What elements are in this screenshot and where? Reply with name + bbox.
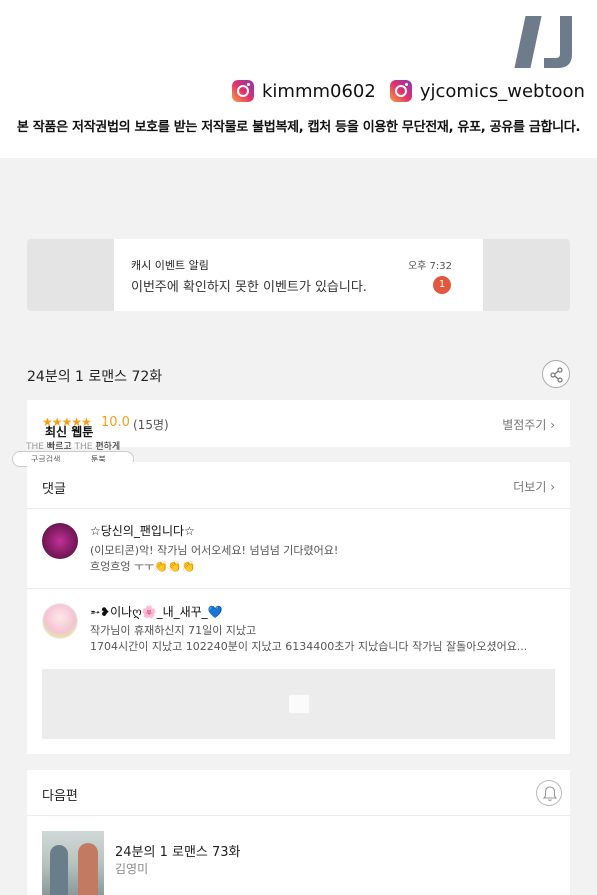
comment-text: 작가님이 휴재하신지 71일이 지났고 <box>90 624 257 637</box>
instagram-handle-author[interactable]: kimmm0602 <box>262 81 376 102</box>
header-banner: kimmm0602 yjcomics_webtoon 본 작품은 저작권법의 보… <box>0 0 597 158</box>
episode-thumbnail[interactable] <box>42 831 104 895</box>
yj-logo <box>514 16 574 68</box>
badge-title: 최신 웹툰 <box>45 425 94 439</box>
notify-button[interactable] <box>536 780 562 806</box>
notification-banner: 캐시 이벤트 알림 오후 7:32 이번주에 확인하지 못한 이벤트가 있습니다… <box>27 239 570 311</box>
comment-author[interactable]: ➵❥이나ღ🌸_내_새꾸_💙 <box>90 603 223 620</box>
avatar[interactable] <box>42 523 78 559</box>
notification-time: 오후 7:32 <box>407 261 452 272</box>
share-icon <box>550 367 563 383</box>
instagram-handle-publisher[interactable]: yjcomics_webtoon <box>420 81 585 102</box>
comments-section: 댓글 더보기 › ☆당신의_팬입니다☆ (이모티콘)악! 작가님 어서오세요! … <box>27 462 570 754</box>
instagram-icon <box>232 80 254 102</box>
episode-title: 24분의 1 로맨스 72화 <box>27 369 163 385</box>
notification-title: 캐시 이벤트 알림 <box>131 259 209 272</box>
divider <box>27 815 570 816</box>
rate-button[interactable]: 별점주기 › <box>502 416 555 433</box>
avatar[interactable] <box>42 603 78 639</box>
comments-heading: 댓글 <box>42 482 66 497</box>
comment-text: 1704시간이 지났고 102240분이 지났고 6134400초가 지났습니다… <box>90 640 528 653</box>
instagram-handles: kimmm0602 yjcomics_webtoon <box>232 80 591 102</box>
comment-text: (이모티콘)악! 작가님 어서오세요! 넘넘넘 기다렸어요! <box>90 544 339 557</box>
notification-count-badge: 1 <box>433 276 451 294</box>
divider <box>27 588 570 589</box>
bell-icon <box>542 786 558 802</box>
comment-author[interactable]: ☆당신의_팬입니다☆ <box>90 522 195 539</box>
image-placeholder-icon <box>289 695 309 713</box>
next-episode-author: 김영미 <box>115 862 149 876</box>
next-episode-title[interactable]: 24분의 1 로맨스 73화 <box>115 841 241 860</box>
notification-body: 이번주에 확인하지 못한 이벤트가 있습니다. <box>131 280 367 295</box>
instagram-icon <box>389 80 412 102</box>
notification-card[interactable]: 캐시 이벤트 알림 오후 7:32 이번주에 확인하지 못한 이벤트가 있습니다… <box>114 239 483 311</box>
rater-count: (15명) <box>133 418 169 432</box>
ad-placeholder[interactable] <box>42 669 555 739</box>
next-episode-heading: 다음편 <box>42 789 78 804</box>
next-episode-section: 다음편 24분의 1 로맨스 73화 김영미 <box>27 770 570 895</box>
share-button[interactable] <box>542 360 570 388</box>
latest-webtoon-badge[interactable]: 최신 웹툰 THE 빠르고 THE 편하게 구글검색 툰북 <box>12 421 134 467</box>
divider <box>27 508 570 509</box>
comment-text: 흐엉흐엉 ㅜㅜ👏👏👏 <box>90 560 196 573</box>
copyright-notice: 본 작품은 저작권법의 보호를 받는 저작물로 불법복제, 캡처 등을 이용한 … <box>16 120 581 135</box>
comments-more-link[interactable]: 더보기 › <box>513 478 555 495</box>
